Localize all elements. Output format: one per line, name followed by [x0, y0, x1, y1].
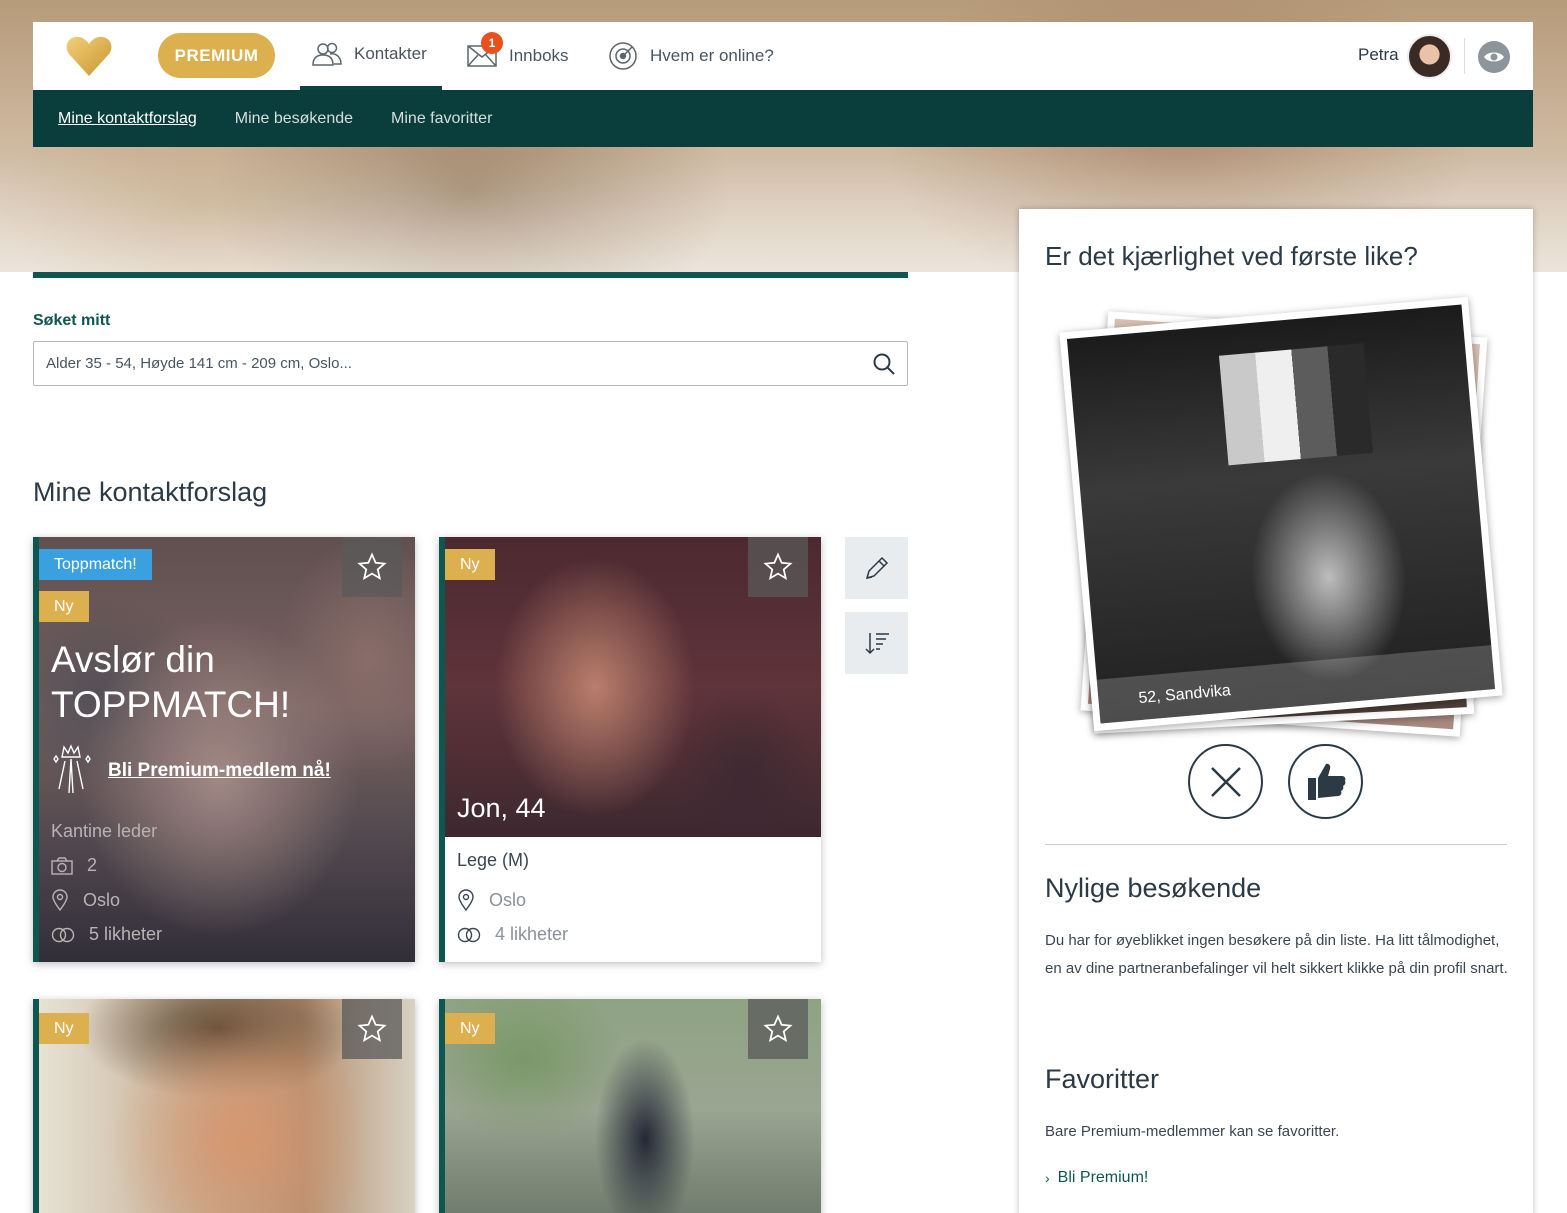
search-icon[interactable]	[872, 352, 896, 376]
star-icon	[763, 1014, 793, 1043]
contact-card[interactable]: Ny	[33, 999, 415, 1213]
rings-icon	[51, 927, 75, 942]
visibility-eye-button[interactable]	[1478, 41, 1510, 73]
become-premium-link[interactable]: Bli Premium-medlem nå!	[108, 760, 331, 782]
contacts-icon	[312, 42, 342, 66]
close-icon	[1210, 766, 1241, 797]
rings-icon	[457, 927, 481, 942]
location-row: Oslo	[51, 889, 120, 911]
profile-photo-stack[interactable]: 50 52, Sandvika	[1059, 296, 1504, 744]
favorites-title: Favoritter	[1045, 1064, 1160, 1094]
favorite-star-button[interactable]	[342, 999, 402, 1059]
nav-online[interactable]: Hvem er online?	[608, 22, 774, 90]
online-radar-icon	[609, 42, 637, 70]
stack-photo-front[interactable]: 52, Sandvika	[1059, 296, 1503, 732]
pixelated-face	[1218, 343, 1374, 466]
likes-row: 5 likheter	[51, 924, 162, 945]
photo-count: 2	[87, 855, 98, 875]
photo-count-row: 2	[51, 855, 97, 876]
edit-search-button[interactable]	[845, 537, 908, 599]
thumbs-up-icon	[1307, 763, 1345, 800]
likes: 4 likheter	[495, 924, 569, 944]
location-pin-icon	[52, 889, 68, 911]
heart-logo-icon[interactable]	[65, 34, 113, 78]
become-premium-label: Bli Premium!	[1057, 1169, 1149, 1186]
new-badge: Ny	[445, 549, 495, 580]
likes: 5 likheter	[89, 924, 163, 944]
recent-visitors-title: Nylige besøkende	[1045, 873, 1262, 903]
avatar[interactable]	[1407, 34, 1452, 79]
contact-card-toppmatch[interactable]: Toppmatch! Ny Avslør din TOPPMATCH! Bli …	[33, 537, 415, 962]
unread-badge: 1	[481, 32, 503, 54]
new-badge: Ny	[39, 1013, 89, 1044]
top-navigation: PREMIUM Kontakter 1 Innboks Hvem er onli…	[33, 22, 1533, 90]
eye-icon	[1484, 52, 1504, 62]
toppmatch-badge: Toppmatch!	[39, 549, 152, 580]
chevron-right-icon: ›	[1045, 1170, 1050, 1186]
contact-card[interactable]: Ny	[439, 999, 821, 1213]
pencil-icon	[865, 556, 888, 580]
favorites-text: Bare Premium-medlemmer kan se favoritter…	[1045, 1123, 1340, 1140]
camera-icon	[51, 856, 73, 875]
search-value: Alder 35 - 54, Høyde 141 cm - 209 cm, Os…	[46, 355, 352, 372]
crown-sparkle-icon	[53, 744, 91, 794]
favorite-star-button[interactable]	[342, 537, 402, 597]
card-name-age: Jon, 44	[457, 793, 546, 823]
new-badge: Ny	[39, 591, 89, 622]
reveal-toppmatch-heading: Avslør din TOPPMATCH!	[51, 637, 290, 727]
nav-kontakter[interactable]: Kontakter	[300, 22, 442, 90]
new-badge: Ny	[445, 1013, 495, 1044]
star-icon	[763, 552, 793, 581]
divider	[1045, 844, 1507, 845]
location-pin-icon	[458, 889, 474, 911]
divider	[1464, 38, 1465, 74]
page-title: Mine kontaktforslag	[33, 477, 268, 507]
sort-icon	[864, 633, 889, 655]
sub-navigation: Mine kontaktforslag Mine besøkende Mine …	[33, 90, 1533, 147]
nav-online-label: Hvem er online?	[650, 46, 774, 65]
dislike-button[interactable]	[1188, 744, 1263, 819]
like-game-title: Er det kjærlighet ved første like?	[1045, 241, 1418, 271]
favorite-star-button[interactable]	[748, 537, 808, 597]
card-job: Lege (M)	[457, 850, 530, 870]
likes-row: 4 likheter	[457, 924, 568, 945]
search-input[interactable]: Alder 35 - 54, Høyde 141 cm - 209 cm, Os…	[33, 341, 908, 386]
premium-button[interactable]: PREMIUM	[158, 33, 275, 78]
sort-button[interactable]	[845, 612, 908, 674]
star-icon	[357, 552, 387, 581]
like-button[interactable]	[1288, 744, 1363, 819]
right-sidebar-panel: Er det kjærlighet ved første like? 50 52…	[1019, 209, 1533, 1213]
location: Oslo	[489, 889, 527, 910]
star-icon	[357, 1014, 387, 1043]
become-premium-link[interactable]: › Bli Premium!	[1045, 1169, 1148, 1187]
recent-visitors-text: Du har for øyeblikket ingen besøkere på …	[1045, 932, 1508, 977]
subnav-mine-kontaktforslag[interactable]: Mine kontaktforslag	[58, 110, 197, 128]
subnav-mine-favoritter[interactable]: Mine favoritter	[391, 110, 492, 128]
card-job: Kantine leder	[51, 821, 158, 841]
section-divider	[33, 272, 908, 278]
nav-innboks-label: Innboks	[509, 46, 569, 65]
location-row: Oslo	[457, 889, 526, 911]
reveal-line-2: TOPPMATCH!	[51, 684, 291, 725]
nav-innboks[interactable]: 1 Innboks	[467, 22, 569, 90]
user-name[interactable]: Petra	[1358, 45, 1399, 65]
location: Oslo	[83, 889, 121, 910]
nav-kontakter-label: Kontakter	[354, 44, 427, 63]
reveal-line-1: Avslør din	[51, 639, 215, 680]
search-label: Søket mitt	[33, 312, 111, 329]
card-accent-bar	[439, 537, 445, 962]
subnav-mine-besokende[interactable]: Mine besøkende	[235, 110, 353, 128]
contact-card-jon[interactable]: Ny Jon, 44 Lege (M) Oslo 4 likheter	[439, 537, 821, 962]
favorite-star-button[interactable]	[748, 999, 808, 1059]
